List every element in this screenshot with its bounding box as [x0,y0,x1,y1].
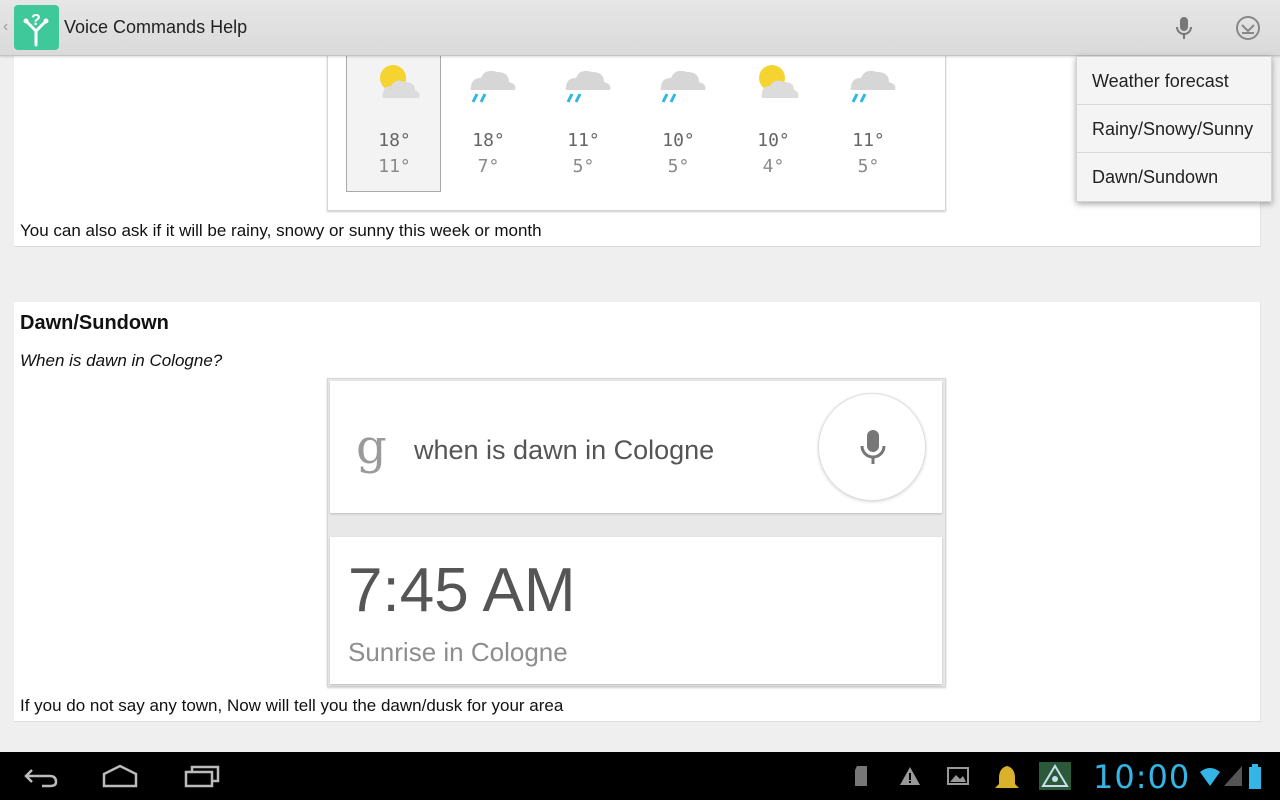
rain-cloud-icon [565,70,611,103]
weather-caption: You can also ask if it will be rainy, sn… [20,221,542,240]
forecast-day: 11° 5° [536,56,631,192]
forecast-day: 11° 5° [821,56,916,192]
notification-bell-icon [992,764,1022,797]
temp-low: 5° [572,156,595,177]
mic-icon[interactable] [1168,12,1200,44]
weather-section-card: 18° 11° 18° 7° 11° 5° 10° 5° 10° 4° 11° … [14,56,1261,247]
overflow-menu-icon[interactable] [1232,12,1264,44]
mic-icon [860,430,886,464]
image-icon [946,764,970,793]
temp-low: 4° [762,156,785,177]
temp-low: 7° [477,156,500,177]
cell-signal-icon [1222,764,1244,793]
section-title: Dawn/Sundown [20,312,169,334]
forecast-day: 18° 11° [346,56,441,192]
app-icon[interactable]: ? [14,5,59,50]
temp-high: 11° [567,130,600,151]
warning-icon [898,764,922,793]
google-now-image: g when is dawn in Cologne 7:45 AM Sunris… [327,378,946,687]
temp-high: 18° [378,130,411,151]
mic-button [818,393,926,501]
menu-item-rainy-snowy-sunny[interactable]: Rainy/Snowy/Sunny [1077,105,1271,153]
svg-text:?: ? [31,12,41,29]
app-notification-icon [1039,762,1071,795]
app-title: Voice Commands Help [64,17,248,37]
recent-apps-icon[interactable] [182,760,222,797]
overflow-menu: Weather forecast Rainy/Snowy/Sunny Dawn/… [1076,56,1272,202]
menu-item-weather-forecast[interactable]: Weather forecast [1077,57,1271,105]
result-time: 7:45 AM [348,556,576,625]
google-logo-icon: g [356,419,387,475]
system-bar: 10:00 [0,752,1280,800]
rain-cloud-icon [660,70,706,103]
action-bar: ‹ ? Voice Commands Help [0,0,1280,56]
dawn-section-card: Dawn/Sundown When is dawn in Cologne? g … [14,302,1261,722]
example-query: When is dawn in Cologne? [20,351,223,370]
search-query-text: when is dawn in Cologne [414,435,715,465]
temp-low: 5° [667,156,690,177]
up-caret-icon[interactable]: ‹ [3,18,8,36]
result-card: 7:45 AM Sunrise in Cologne [330,537,942,684]
wifi-icon [1198,764,1222,793]
result-subtitle: Sunrise in Cologne [348,637,568,667]
rain-cloud-icon [850,70,896,103]
weather-forecast-image: 18° 11° 18° 7° 11° 5° 10° 5° 10° 4° 11° … [327,56,946,211]
partly-sunny-icon [380,65,420,98]
status-clock: 10:00 [1093,758,1191,796]
temp-high: 18° [472,130,505,151]
temp-low: 5° [857,156,880,177]
temp-high: 11° [852,130,885,151]
temp-high: 10° [757,130,790,151]
search-card: g when is dawn in Cologne [330,381,942,513]
back-icon[interactable] [22,760,60,797]
home-icon[interactable] [100,760,140,797]
forecast-day: 10° 5° [631,56,726,192]
menu-item-dawn-sundown[interactable]: Dawn/Sundown [1077,153,1271,201]
dawn-caption: If you do not say any town, Now will tel… [20,696,564,715]
sd-card-icon [853,764,871,793]
temp-low: 11° [378,156,411,177]
temp-high: 10° [662,130,695,151]
forecast-day: 10° 4° [726,56,821,192]
battery-icon [1248,764,1262,795]
forecast-day: 18° 7° [441,56,536,192]
rain-cloud-icon [470,70,516,103]
partly-sunny-icon [759,65,799,98]
